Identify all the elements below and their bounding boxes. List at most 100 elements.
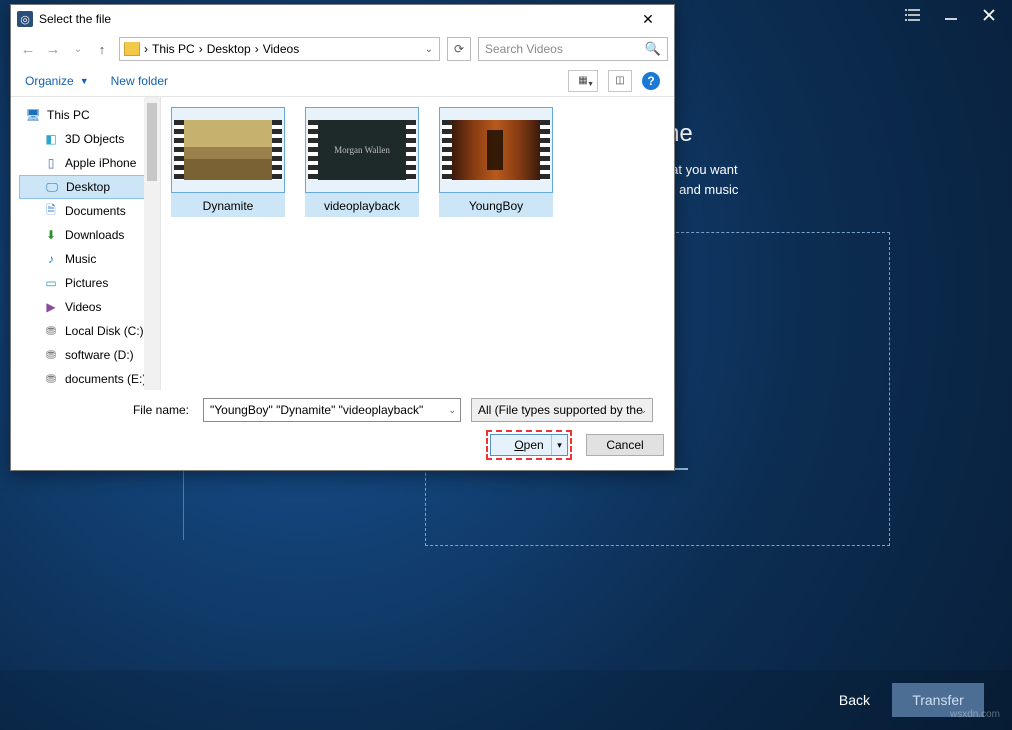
tree-this-pc[interactable]: 🖥 This PC (19, 103, 160, 127)
file-label: videoplayback (305, 199, 419, 213)
filter-label: All (File types supported by the (478, 403, 643, 417)
address-bar[interactable]: › This PC › Desktop › Videos ⌄ (119, 37, 440, 61)
toolbar: Organize ▼ New folder ▦▼ ◫ ? (11, 65, 674, 97)
tree-item-icon: ⛃ (43, 372, 59, 386)
action-row: Open ▾ Cancel (11, 426, 674, 470)
file-item-videoplayback[interactable]: Morgan Wallen videoplayback (305, 107, 419, 217)
nav-tree: 🖥 This PC ◧ 3D Objects ▯ Apple iPhone 🖵 Deskt… (11, 97, 161, 390)
tree-item-desktop[interactable]: 🖵 Desktop (19, 175, 160, 199)
close-icon[interactable] (980, 6, 998, 24)
file-thumbnail (439, 107, 553, 193)
tree-item-icon: ♪ (43, 252, 59, 266)
files-pane[interactable]: Dynamite Morgan Wallen videoplayback YoungB… (161, 97, 674, 390)
filename-input[interactable]: "YoungBoy" "Dynamite" "videoplayback" ⌄ (203, 398, 461, 422)
watermark: wsxdn.com (950, 709, 1000, 720)
tree-item-icon: ▭ (43, 276, 59, 290)
list-icon[interactable] (904, 6, 922, 24)
pc-icon: 🖥 (25, 108, 41, 122)
open-button[interactable]: Open ▾ (490, 434, 568, 456)
chevron-down-icon[interactable]: ⌄ (639, 405, 647, 416)
tree-item-3d-objects[interactable]: ◧ 3D Objects (19, 127, 160, 151)
chevron-down-icon: ▼ (587, 81, 594, 88)
dialog-title: Select the file (39, 12, 628, 26)
crumb-sep: › (255, 42, 259, 56)
nav-bar: ← → ⌄ ↑ › This PC › Desktop › Videos ⌄ ⟳… (11, 33, 674, 65)
nav-forward-icon: → (42, 38, 64, 60)
cancel-button[interactable]: Cancel (586, 434, 664, 456)
tree-item-label: Downloads (65, 228, 124, 242)
new-folder-button[interactable]: New folder (111, 74, 168, 88)
organize-label: Organize (25, 74, 74, 88)
app-icon: ◎ (17, 11, 33, 27)
tree-item-label: Videos (65, 300, 101, 314)
tree-item-icon: ▶ (43, 300, 59, 314)
view-mode-button[interactable]: ▦▼ (568, 70, 598, 92)
nav-back-icon[interactable]: ← (17, 38, 39, 60)
file-dialog: ◎ Select the file ✕ ← → ⌄ ↑ › This PC › … (10, 4, 675, 471)
tree-item-documents-e-[interactable]: ⛃ documents (E:) (19, 367, 160, 391)
refresh-button[interactable]: ⟳ (447, 37, 471, 61)
dialog-close-button[interactable]: ✕ (628, 6, 668, 32)
tree-item-icon: 🗎 (43, 204, 59, 218)
tree-item-icon: 🖵 (44, 180, 60, 194)
filename-label: File name: (21, 403, 193, 417)
tree-item-label: documents (E:) (65, 372, 146, 386)
tree-item-label: 3D Objects (65, 132, 124, 146)
search-icon: 🔍 (645, 41, 661, 57)
tree-scrollbar[interactable] (144, 97, 160, 390)
tree-root-label: This PC (47, 108, 90, 122)
chevron-down-icon: ▼ (80, 76, 89, 86)
nav-up-icon[interactable]: ↑ (92, 39, 112, 59)
tree-item-label: software (D:) (65, 348, 134, 362)
file-label: YoungBoy (439, 199, 553, 213)
crumb-this-pc[interactable]: This PC (152, 42, 195, 56)
filename-value: "YoungBoy" "Dynamite" "videoplayback" (210, 403, 423, 417)
tree-item-label: Local Disk (C:) (65, 324, 144, 338)
tree-item-videos[interactable]: ▶ Videos (19, 295, 160, 319)
tree-item-software-d-[interactable]: ⛃ software (D:) (19, 343, 160, 367)
bottom-bar: Back Transfer (0, 670, 1012, 730)
open-label: Open (514, 438, 543, 452)
tree-item-label: Music (65, 252, 96, 266)
file-type-filter[interactable]: All (File types supported by the ⌄ (471, 398, 653, 422)
tree-item-label: Desktop (66, 180, 110, 194)
tree-item-icon: ▯ (43, 156, 59, 170)
back-button[interactable]: Back (839, 692, 870, 708)
tree-item-downloads[interactable]: ⬇ Downloads (19, 223, 160, 247)
tree-item-music[interactable]: ♪ Music (19, 247, 160, 271)
file-thumbnail: Morgan Wallen (305, 107, 419, 193)
nav-recent-icon[interactable]: ⌄ (67, 38, 89, 60)
organize-button[interactable]: Organize ▼ (25, 74, 89, 88)
crumb-sep: › (144, 42, 148, 56)
tree-item-apple-iphone[interactable]: ▯ Apple iPhone (19, 151, 160, 175)
scroll-thumb[interactable] (147, 103, 157, 181)
preview-pane-button[interactable]: ◫ (608, 70, 632, 92)
minimize-icon[interactable] (942, 6, 960, 24)
tree-item-local-disk-c-[interactable]: ⛃ Local Disk (C:) (19, 319, 160, 343)
crumb-desktop[interactable]: Desktop (207, 42, 251, 56)
tree-item-pictures[interactable]: ▭ Pictures (19, 271, 160, 295)
tree-item-documents[interactable]: 🗎Documents (19, 199, 160, 223)
open-button-highlight: Open ▾ (486, 430, 572, 460)
filename-row: File name: "YoungBoy" "Dynamite" "videop… (11, 390, 674, 426)
crumb-videos[interactable]: Videos (263, 42, 299, 56)
file-item-dynamite[interactable]: Dynamite (171, 107, 285, 217)
tree-item-icon: ⛃ (43, 348, 59, 362)
address-dropdown-icon[interactable]: ⌄ (423, 44, 435, 55)
search-placeholder: Search Videos (485, 42, 563, 56)
file-label: Dynamite (171, 199, 285, 213)
tree-item-icon: ◧ (43, 132, 59, 146)
open-split-icon[interactable]: ▾ (551, 435, 567, 455)
search-input[interactable]: Search Videos 🔍 (478, 37, 668, 61)
tree-item-icon: ⬇ (43, 228, 59, 242)
tree-item-label: Pictures (65, 276, 108, 290)
chevron-down-icon[interactable]: ⌄ (448, 405, 456, 416)
file-item-youngboy[interactable]: YoungBoy (439, 107, 553, 217)
help-button[interactable]: ? (642, 72, 660, 90)
tree-item-label: Apple iPhone (65, 156, 136, 170)
crumb-sep: › (199, 42, 203, 56)
folder-icon (124, 42, 140, 56)
dialog-titlebar: ◎ Select the file ✕ (11, 5, 674, 33)
tree-item-icon: ⛃ (43, 324, 59, 338)
file-thumbnail (171, 107, 285, 193)
